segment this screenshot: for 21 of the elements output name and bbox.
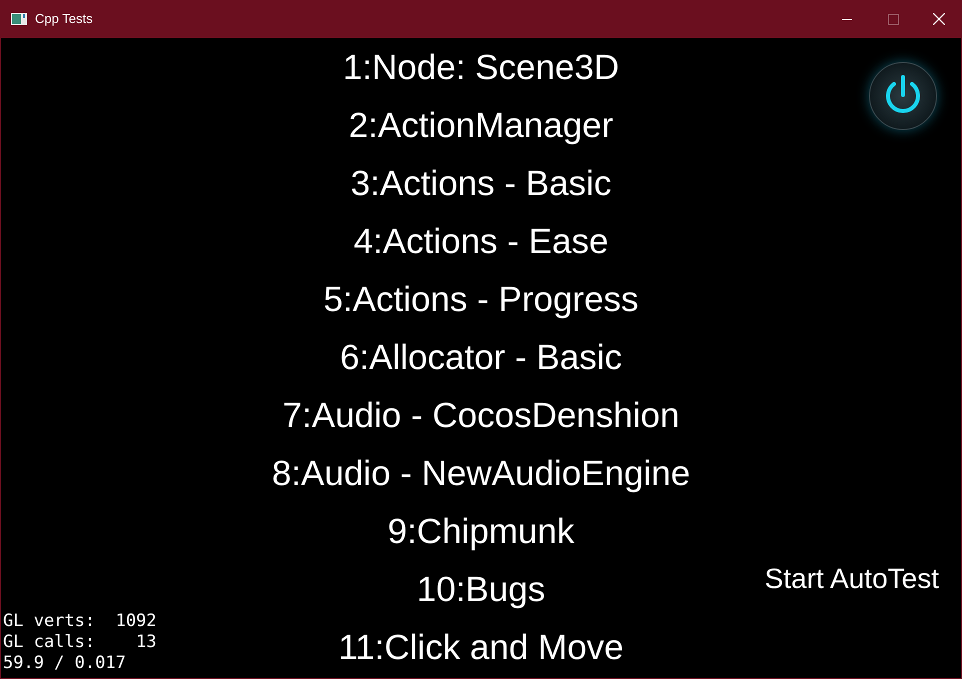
window-title: Cpp Tests <box>35 10 93 28</box>
menu-item[interactable]: 6:Allocator - Basic <box>332 328 630 386</box>
menu-item[interactable]: 3:Actions - Basic <box>342 154 620 212</box>
stats-line: 59.9 / 0.017 <box>3 653 127 674</box>
menu-item[interactable]: 4:Actions - Ease <box>346 212 616 270</box>
menu-item[interactable]: 9:Chipmunk <box>380 502 582 560</box>
menu-item[interactable]: 5:Actions - Progress <box>315 270 647 328</box>
minimize-icon <box>842 18 852 20</box>
menu-item[interactable]: 8:Audio - NewAudioEngine <box>264 444 698 502</box>
stats-line: GL calls: 13 <box>3 632 157 653</box>
close-icon <box>933 13 945 25</box>
menu-item[interactable]: 11:Click and Move <box>330 618 632 676</box>
menu-item[interactable]: 1:Node: Scene3D <box>334 38 628 96</box>
menu-item[interactable]: 2:ActionManager <box>340 96 622 154</box>
stats-line: GL verts: 1092 <box>3 611 157 632</box>
maximize-icon <box>888 14 898 24</box>
start-autotest-button[interactable]: Start AutoTest <box>764 558 939 600</box>
menu-item[interactable]: 7:Audio - CocosDenshion <box>274 386 688 444</box>
power-button[interactable] <box>869 62 937 130</box>
menu-item[interactable]: 10:Bugs <box>408 560 554 618</box>
app-icon <box>11 13 27 25</box>
